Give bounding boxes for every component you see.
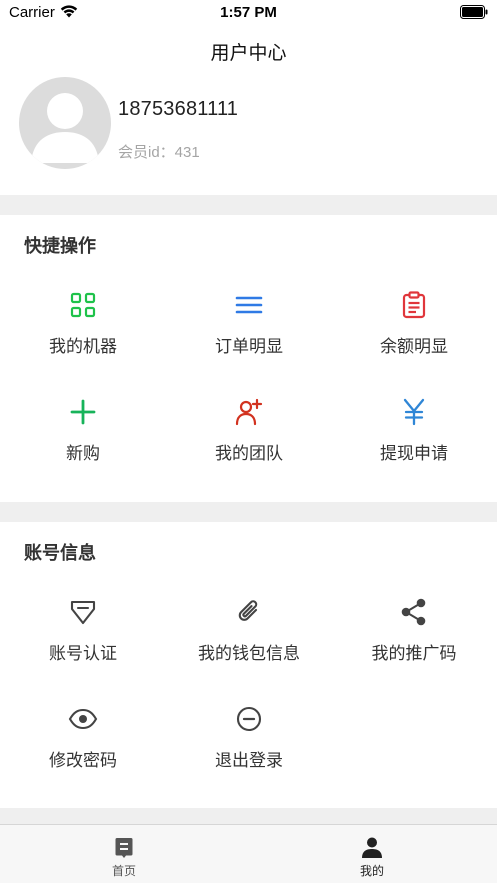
minus-circle-icon (236, 706, 262, 732)
person-icon (362, 837, 382, 858)
clipboard-icon (402, 291, 426, 319)
eye-icon (68, 708, 98, 730)
avatar[interactable] (19, 77, 111, 169)
withdraw-request-button[interactable]: 提现申请 (331, 397, 497, 497)
account-info-title: 账号信息 (24, 543, 96, 563)
grid-item-label: 提现申请 (380, 444, 448, 463)
avatar-placeholder-icon (31, 93, 99, 163)
new-purchase-button[interactable]: 新购 (0, 397, 166, 497)
my-team-button[interactable]: 我的团队 (166, 397, 332, 497)
clock: 1:57 PM (220, 4, 277, 21)
plus-icon (70, 399, 96, 425)
grid-icon (70, 292, 96, 318)
tab-label: 我的 (359, 864, 384, 878)
badge-icon (70, 600, 96, 625)
grid-item-label: 余额明显 (380, 337, 448, 356)
add-person-icon (235, 398, 263, 426)
grid-item-label: 我的推广码 (371, 644, 457, 663)
grid-item-label: 我的机器 (49, 337, 117, 356)
tab-mine[interactable]: 我的 (248, 825, 496, 883)
balance-details-button[interactable]: 余额明显 (331, 290, 497, 390)
section-divider (0, 808, 497, 824)
grid-item-label: 订单明显 (215, 337, 283, 356)
grid-item-label: 退出登录 (215, 751, 283, 770)
status-bar: Carrier 1:57 PM (0, 0, 497, 26)
quick-actions-title: 快捷操作 (24, 236, 96, 256)
account-verification-button[interactable]: 账号认证 (0, 597, 166, 697)
my-promo-code-button[interactable]: 我的推广码 (331, 597, 497, 697)
grid-item-label: 我的团队 (215, 444, 283, 463)
profile-header: 18753681111 会员id：431 (0, 70, 497, 195)
grid-item-label: 账号认证 (49, 644, 117, 663)
grid-item-label: 我的钱包信息 (198, 644, 300, 663)
home-doc-icon (115, 838, 133, 858)
page-title: 用户中心 (210, 43, 287, 64)
order-details-button[interactable]: 订单明显 (166, 290, 332, 390)
my-machines-button[interactable]: 我的机器 (0, 290, 166, 390)
section-divider (0, 502, 497, 522)
grid-item-label: 新购 (66, 444, 100, 463)
paperclip-icon (238, 600, 258, 621)
list-icon (235, 296, 263, 314)
member-id: 会员id：431 (118, 144, 200, 161)
tab-home[interactable]: 首页 (0, 825, 248, 883)
battery-icon (460, 5, 488, 19)
section-divider (0, 195, 497, 215)
change-password-button[interactable]: 修改密码 (0, 704, 166, 804)
user-phone: 18753681111 (118, 98, 239, 120)
grid-item-label: 修改密码 (49, 751, 117, 770)
share-icon (401, 598, 426, 626)
tab-bar: 首页 我的 (0, 824, 497, 883)
my-wallet-info-button[interactable]: 我的钱包信息 (166, 597, 332, 697)
logout-button[interactable]: 退出登录 (166, 704, 332, 804)
tab-label: 首页 (111, 864, 136, 878)
yen-icon (403, 398, 425, 426)
